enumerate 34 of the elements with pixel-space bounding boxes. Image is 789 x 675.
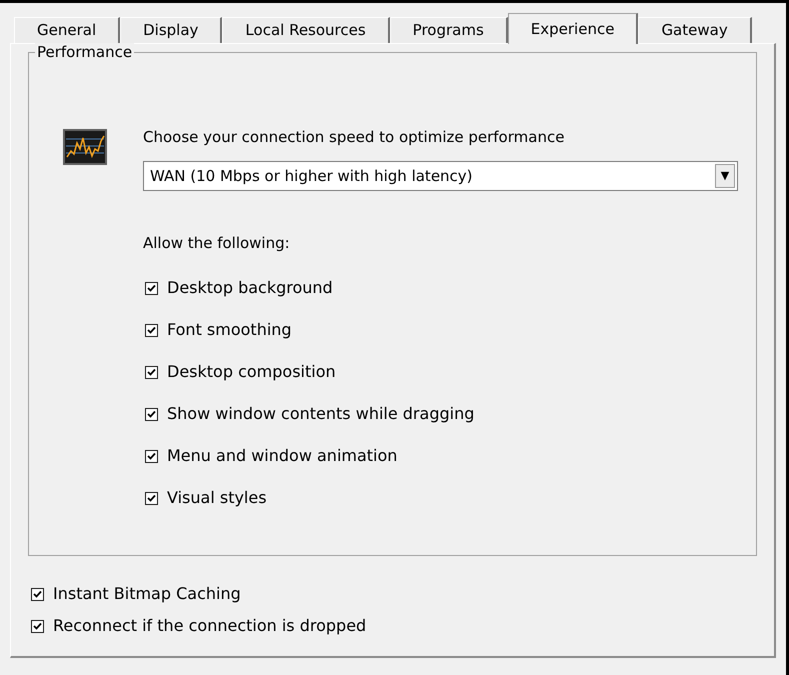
checkbox[interactable] bbox=[145, 408, 158, 420]
checkmark-icon bbox=[147, 326, 156, 334]
checkbox[interactable] bbox=[145, 366, 158, 378]
checkbox-label[interactable]: Instant Bitmap Caching bbox=[53, 582, 241, 606]
checkbox[interactable] bbox=[145, 282, 158, 294]
checkmark-icon bbox=[147, 368, 156, 376]
checkbox[interactable] bbox=[145, 492, 158, 504]
checkmark-icon bbox=[147, 284, 156, 292]
checkbox-label[interactable]: Desktop composition bbox=[167, 360, 336, 384]
checkbox[interactable] bbox=[31, 620, 44, 632]
speed-dropdown[interactable]: WAN (10 Mbps or higher with high latency) ▼ bbox=[143, 161, 738, 191]
tab[interactable]: Gateway bbox=[638, 17, 752, 43]
checkbox[interactable] bbox=[145, 450, 158, 462]
checkmark-icon bbox=[33, 622, 42, 630]
checkbox-label[interactable]: Show window contents while dragging bbox=[167, 402, 474, 426]
prompt-text: Choose your connection speed to optimize performance bbox=[143, 127, 566, 147]
checkbox-label[interactable]: Desktop background bbox=[167, 276, 333, 300]
tab[interactable]: Experience bbox=[508, 13, 638, 44]
checkmark-icon bbox=[147, 410, 156, 418]
tab[interactable]: Programs bbox=[390, 17, 508, 43]
checkbox-label[interactable]: Font smoothing bbox=[167, 318, 292, 342]
checkbox-label[interactable]: Reconnect if the connection is dropped bbox=[53, 614, 366, 638]
checkbox-label[interactable]: Menu and window animation bbox=[167, 444, 398, 468]
checkbox-label[interactable]: Visual styles bbox=[167, 486, 267, 510]
checkbox[interactable] bbox=[31, 588, 44, 600]
checkmark-icon bbox=[33, 590, 42, 598]
tab[interactable]: Display bbox=[120, 17, 222, 43]
checkmark-icon bbox=[147, 494, 156, 502]
checkbox[interactable] bbox=[145, 324, 158, 336]
tab[interactable]: Local Resources bbox=[222, 17, 390, 43]
allow-label: Allow the following: bbox=[143, 233, 291, 253]
tab[interactable]: General bbox=[14, 17, 120, 43]
performance-graph-icon bbox=[63, 129, 107, 165]
checkmark-icon bbox=[147, 452, 156, 460]
